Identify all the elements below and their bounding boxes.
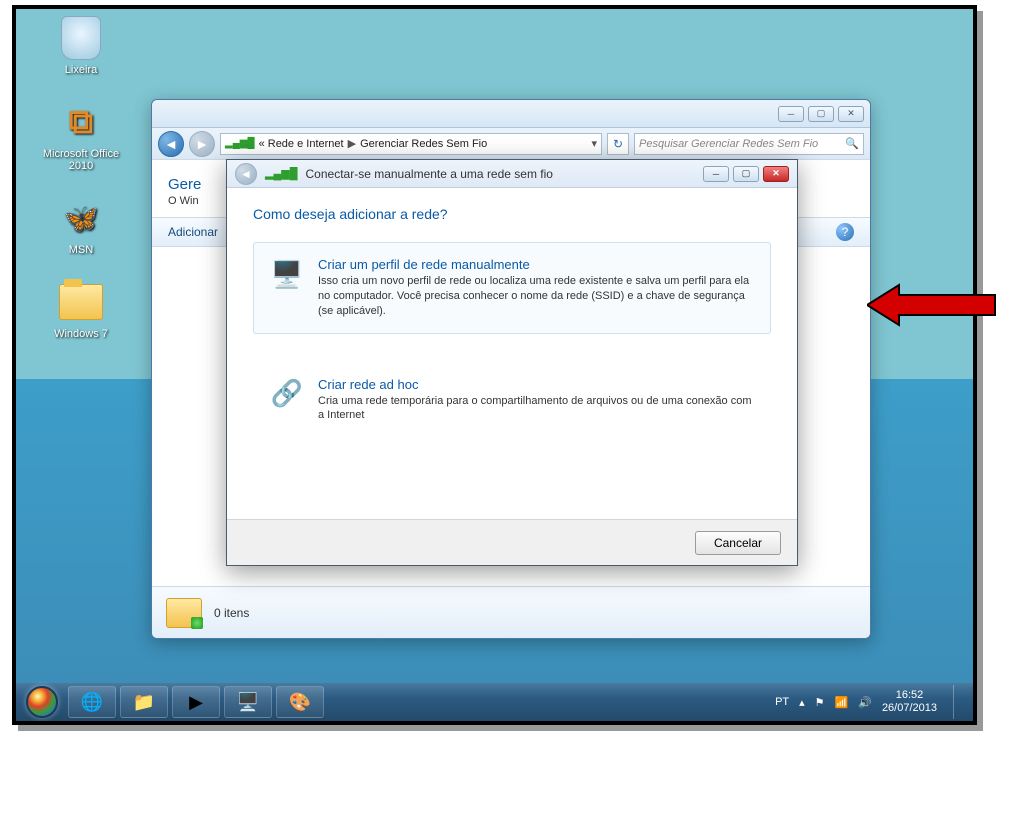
trash-icon	[61, 16, 101, 60]
signal-icon: ▂▄▆█	[265, 167, 298, 180]
desktop-icon-label: Microsoft Office 2010	[41, 148, 121, 172]
minimize-button[interactable]: ─	[703, 166, 729, 182]
taskbar-explorer[interactable]: 📁	[120, 686, 168, 718]
desktop-icon-label: Lixeira	[41, 64, 121, 76]
address-bar: ◄ ► ▂▄▆█ « Rede e Internet ▶ Gerenciar R…	[152, 128, 870, 160]
option-manual-profile[interactable]: 🖥️ Criar um perfil de rede manualmente I…	[253, 242, 771, 334]
signal-icon: ▂▄▆█	[225, 138, 255, 149]
network-icon: 🔗	[270, 377, 304, 411]
folder-icon	[59, 284, 103, 320]
dropdown-icon[interactable]: ▾	[591, 137, 597, 150]
maximize-button[interactable]: ▢	[733, 166, 759, 182]
msn-icon: 🦋	[57, 194, 105, 242]
close-button[interactable]: ✕	[763, 166, 789, 182]
back-button[interactable]: ◄	[158, 131, 184, 157]
breadcrumb-item[interactable]: Rede e Internet	[268, 138, 344, 150]
desktop-icon-label: Windows 7	[41, 328, 121, 340]
help-icon[interactable]: ?	[836, 223, 854, 241]
status-text: 0 itens	[214, 606, 249, 620]
add-button[interactable]: Adicionar	[168, 225, 218, 239]
taskbar-app1[interactable]: 🖥️	[224, 686, 272, 718]
wizard-back-button[interactable]: ◄	[235, 163, 257, 185]
system-tray: PT ▴ ⚑ 📶 🔊 16:52 26/07/2013	[775, 685, 969, 719]
language-indicator[interactable]: PT	[775, 696, 789, 708]
desktop-icon-label: MSN	[41, 244, 121, 256]
taskbar-paint[interactable]: 🎨	[276, 686, 324, 718]
refresh-button[interactable]: ↻	[607, 133, 629, 155]
option-title: Criar um perfil de rede manualmente	[318, 257, 754, 272]
forward-button[interactable]: ►	[189, 131, 215, 157]
desktop-icon-folder[interactable]: Windows 7	[41, 278, 121, 340]
wizard-titlebar[interactable]: ◄ ▂▄▆█ Conectar-se manualmente a uma red…	[227, 160, 797, 188]
option-title: Criar rede ad hoc	[318, 377, 754, 392]
breadcrumb-item[interactable]: Gerenciar Redes Sem Fio	[360, 138, 487, 150]
maximize-button[interactable]: ▢	[808, 106, 834, 122]
breadcrumb[interactable]: ▂▄▆█ « Rede e Internet ▶ Gerenciar Redes…	[220, 133, 602, 155]
close-button[interactable]: ✕	[838, 106, 864, 122]
desktop: Lixeira ⧉ Microsoft Office 2010 🦋 MSN Wi…	[16, 9, 973, 721]
cancel-button[interactable]: Cancelar	[695, 531, 781, 555]
status-bar: 0 itens	[152, 586, 870, 638]
chevron-right-icon: ▶	[348, 137, 356, 150]
search-icon: 🔍	[845, 137, 859, 150]
clock[interactable]: 16:52 26/07/2013	[882, 689, 937, 715]
search-input[interactable]: Pesquisar Gerenciar Redes Sem Fio 🔍	[634, 133, 864, 155]
volume-icon[interactable]: 🔊	[858, 696, 872, 709]
flag-icon[interactable]: ⚑	[815, 696, 825, 709]
minimize-button[interactable]: ─	[778, 106, 804, 122]
start-button[interactable]	[20, 685, 64, 719]
desktop-icon-office[interactable]: ⧉ Microsoft Office 2010	[41, 98, 121, 172]
desktop-icon-trash[interactable]: Lixeira	[41, 14, 121, 76]
monitor-icon: 🖥️	[270, 257, 304, 291]
network-tray-icon[interactable]: 📶	[835, 696, 849, 709]
taskbar: 🌐 📁 ▶ 🖥️ 🎨 PT ▴ ⚑ 📶 🔊 16:52 26/07/2013	[16, 683, 973, 721]
wizard-question: Como deseja adicionar a rede?	[253, 206, 771, 222]
tray-chevron-icon[interactable]: ▴	[799, 696, 805, 709]
folder-signal-icon	[166, 598, 202, 628]
office-icon: ⧉	[57, 98, 105, 146]
show-desktop-button[interactable]	[953, 685, 963, 719]
taskbar-ie[interactable]: 🌐	[68, 686, 116, 718]
option-description: Isso cria um novo perfil de rede ou loca…	[318, 274, 754, 319]
desktop-icon-msn[interactable]: 🦋 MSN	[41, 194, 121, 256]
windows-orb-icon	[26, 686, 58, 718]
wizard-title: Conectar-se manualmente a uma rede sem f…	[306, 167, 553, 181]
wizard-dialog: ◄ ▂▄▆█ Conectar-se manualmente a uma red…	[226, 159, 798, 566]
option-adhoc[interactable]: 🔗 Criar rede ad hoc Cria uma rede tempor…	[253, 362, 771, 439]
taskbar-media[interactable]: ▶	[172, 686, 220, 718]
explorer-titlebar[interactable]: ─ ▢ ✕	[152, 100, 870, 128]
option-description: Cria uma rede temporária para o comparti…	[318, 394, 754, 424]
annotation-arrow	[867, 283, 997, 327]
